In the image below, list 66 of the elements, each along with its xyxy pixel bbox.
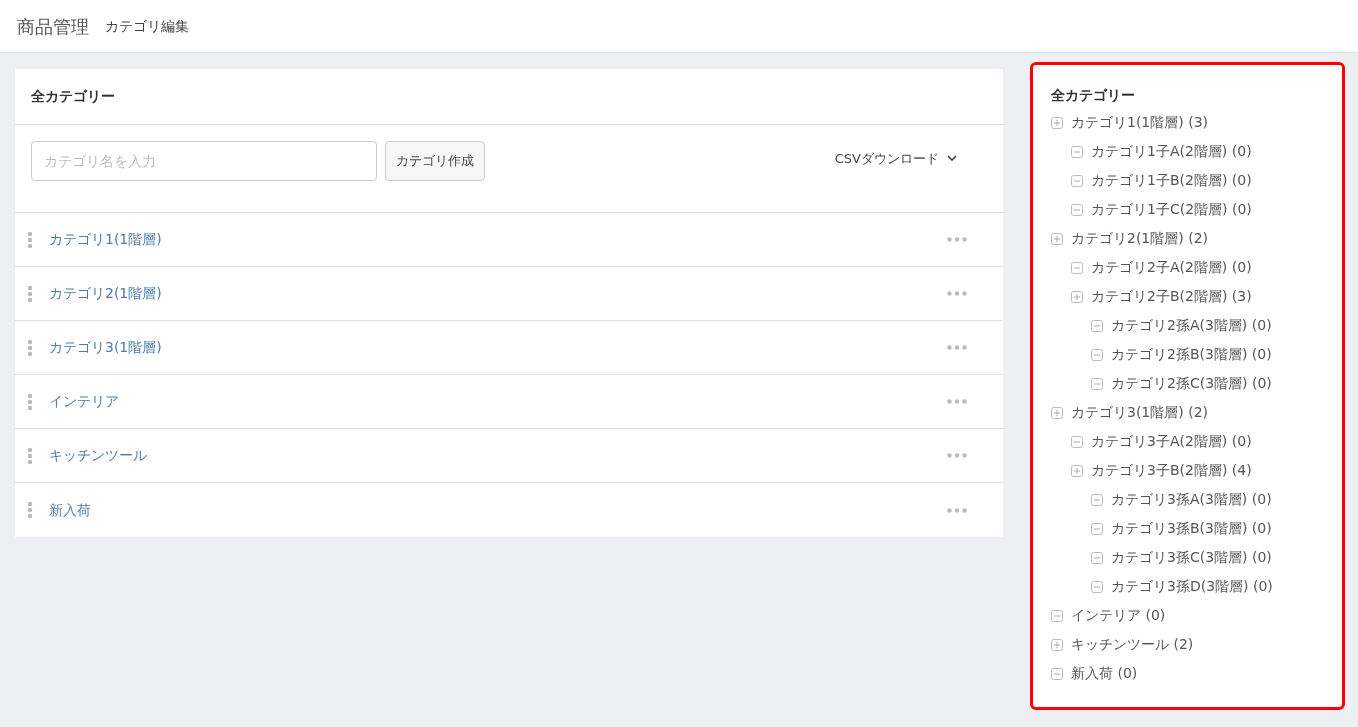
- minus-square-icon[interactable]: [1091, 580, 1103, 593]
- tree-item-label[interactable]: カテゴリ2孫A(3階層) (0): [1111, 315, 1272, 336]
- minus-square-icon[interactable]: [1051, 667, 1063, 680]
- tree-item-label[interactable]: 新入荷 (0): [1071, 663, 1138, 684]
- category-name-input[interactable]: カテゴリ名を入力: [31, 141, 377, 181]
- tree-item-label[interactable]: カテゴリ2子B(2階層) (3): [1091, 286, 1252, 307]
- tree-item-label[interactable]: カテゴリ1子C(2階層) (0): [1091, 199, 1252, 220]
- minus-square-icon[interactable]: [1091, 348, 1103, 361]
- tree-item-label[interactable]: カテゴリ3孫D(3階層) (0): [1111, 576, 1273, 597]
- tree-item-label[interactable]: カテゴリ2孫C(3階層) (0): [1111, 373, 1272, 394]
- plus-square-icon[interactable]: [1071, 290, 1083, 303]
- drag-handle-icon[interactable]: [27, 501, 33, 519]
- category-link[interactable]: カテゴリ2(1階層): [49, 283, 162, 304]
- more-options-icon[interactable]: [947, 237, 967, 242]
- more-options-icon[interactable]: [947, 399, 967, 404]
- tree-item-label[interactable]: カテゴリ1子A(2階層) (0): [1091, 141, 1252, 162]
- minus-square-icon[interactable]: [1091, 377, 1103, 390]
- more-options-icon[interactable]: [947, 507, 967, 513]
- category-link[interactable]: キッチンツール: [49, 445, 147, 466]
- minus-square-icon[interactable]: [1051, 609, 1063, 622]
- plus-square-icon[interactable]: [1051, 116, 1063, 129]
- drag-handle-icon[interactable]: [27, 392, 33, 411]
- plus-square-icon[interactable]: [1051, 232, 1063, 245]
- tree-item-label[interactable]: カテゴリ3子A(2階層) (0): [1091, 431, 1252, 452]
- drag-handle-icon[interactable]: [27, 284, 33, 303]
- minus-square-icon[interactable]: [1091, 493, 1103, 506]
- drag-handle-icon[interactable]: [27, 446, 33, 465]
- tree-title: 全カテゴリー: [1051, 86, 1136, 105]
- tree-item-label[interactable]: カテゴリ1(1階層) (3): [1071, 112, 1209, 133]
- plus-square-icon[interactable]: [1051, 406, 1063, 419]
- page-title: 商品管理: [17, 14, 89, 39]
- category-link[interactable]: カテゴリ3(1階層): [49, 337, 162, 358]
- minus-square-icon[interactable]: [1091, 551, 1103, 564]
- category-link[interactable]: 新入荷: [49, 499, 91, 521]
- create-category-button[interactable]: カテゴリ作成: [385, 141, 485, 181]
- card-title: 全カテゴリー: [31, 87, 115, 106]
- category-link[interactable]: インテリア: [49, 391, 119, 412]
- minus-square-icon[interactable]: [1091, 319, 1103, 332]
- minus-square-icon[interactable]: [1071, 174, 1083, 187]
- category-link[interactable]: カテゴリ1(1階層): [49, 229, 162, 250]
- csv-download-dropdown[interactable]: CSVダウンロード: [834, 149, 957, 169]
- tree-item-label[interactable]: カテゴリ3孫A(3階層) (0): [1111, 489, 1272, 510]
- tree-item-label[interactable]: カテゴリ3孫B(3階層) (0): [1111, 518, 1272, 539]
- minus-square-icon[interactable]: [1071, 203, 1083, 216]
- tree-item-label[interactable]: カテゴリ3(1階層) (2): [1071, 402, 1209, 423]
- plus-square-icon[interactable]: [1051, 638, 1063, 651]
- tree-item-label[interactable]: インテリア (0): [1071, 605, 1166, 626]
- more-options-icon[interactable]: [947, 291, 967, 296]
- drag-handle-icon[interactable]: [27, 338, 33, 357]
- tree-item-label[interactable]: カテゴリ2(1階層) (2): [1071, 228, 1209, 249]
- tree-item-label[interactable]: カテゴリ2孫B(3階層) (0): [1111, 344, 1272, 365]
- minus-square-icon[interactable]: [1071, 261, 1083, 274]
- tree-item-label[interactable]: カテゴリ3子B(2階層) (4): [1091, 460, 1252, 481]
- more-options-icon[interactable]: [947, 453, 967, 458]
- tree-item-label[interactable]: キッチンツール (2): [1071, 634, 1194, 655]
- tree-item-label[interactable]: カテゴリ3孫C(3階層) (0): [1111, 547, 1272, 568]
- minus-square-icon[interactable]: [1071, 435, 1083, 448]
- page-subtitle: カテゴリ編集: [105, 16, 189, 36]
- minus-square-icon[interactable]: [1091, 522, 1103, 535]
- drag-handle-icon[interactable]: [27, 230, 33, 249]
- tree-item-label[interactable]: カテゴリ1子B(2階層) (0): [1091, 170, 1252, 191]
- tree-item-label[interactable]: カテゴリ2子A(2階層) (0): [1091, 257, 1252, 278]
- chevron-down-icon: [947, 155, 957, 163]
- plus-square-icon[interactable]: [1071, 464, 1083, 477]
- more-options-icon[interactable]: [947, 345, 967, 350]
- minus-square-icon[interactable]: [1071, 145, 1083, 158]
